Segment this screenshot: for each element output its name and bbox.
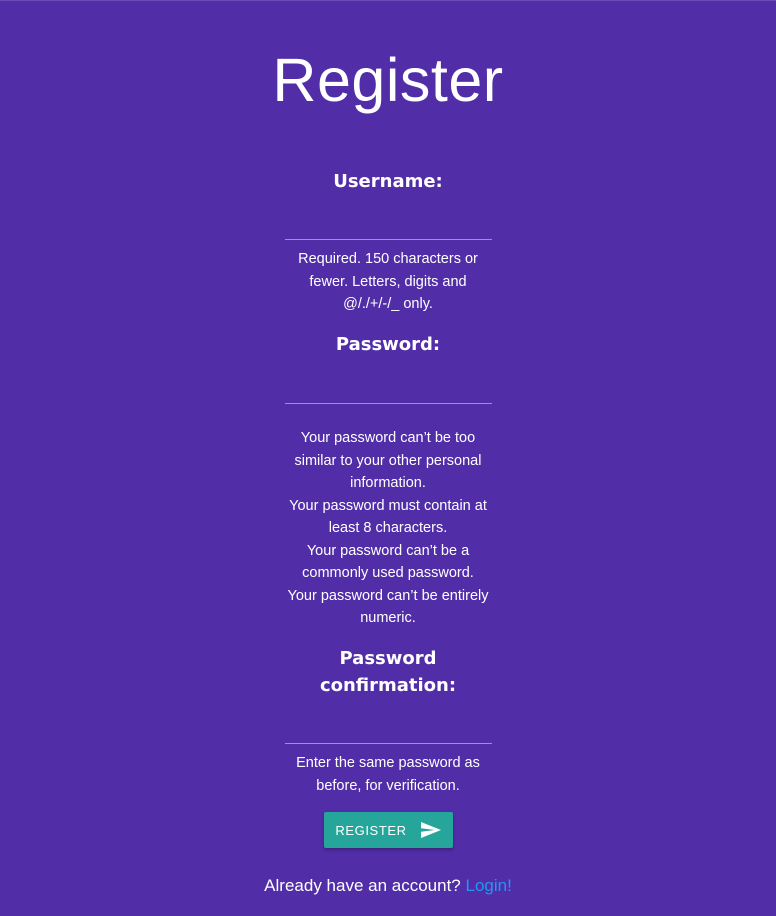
page-title: Register bbox=[272, 46, 504, 114]
password-help-item: Your password must contain at least 8 ch… bbox=[289, 497, 487, 537]
password-confirmation-field[interactable] bbox=[284, 714, 492, 744]
username-field[interactable] bbox=[284, 210, 492, 240]
register-button[interactable]: Register bbox=[323, 812, 453, 848]
top-divider bbox=[0, 0, 776, 1]
username-help-text: Required. 150 characters or fewer. Lette… bbox=[298, 251, 478, 312]
password-help-list: Your password can’t be too similar to yo… bbox=[280, 427, 497, 630]
username-label: Username: bbox=[333, 171, 443, 192]
password-help-item: Your password can’t be too similar to yo… bbox=[294, 430, 482, 491]
password-confirmation-label: Password confirmation: bbox=[319, 648, 457, 696]
send-icon bbox=[420, 822, 441, 838]
password-label: Password: bbox=[335, 334, 441, 355]
password-field[interactable] bbox=[284, 374, 492, 404]
register-button-label: Register bbox=[335, 822, 407, 838]
login-link[interactable]: Login! bbox=[466, 876, 512, 895]
password-help-item: Your password can’t be entirely numeric. bbox=[287, 587, 489, 627]
password-confirmation-help-text: Enter the same password as before, for v… bbox=[296, 755, 480, 794]
login-prompt: Already have an account? Login! bbox=[264, 873, 512, 899]
login-prompt-text: Already have an account? bbox=[264, 876, 461, 895]
password-help-item: Your password can’t be a commonly used p… bbox=[302, 542, 474, 582]
